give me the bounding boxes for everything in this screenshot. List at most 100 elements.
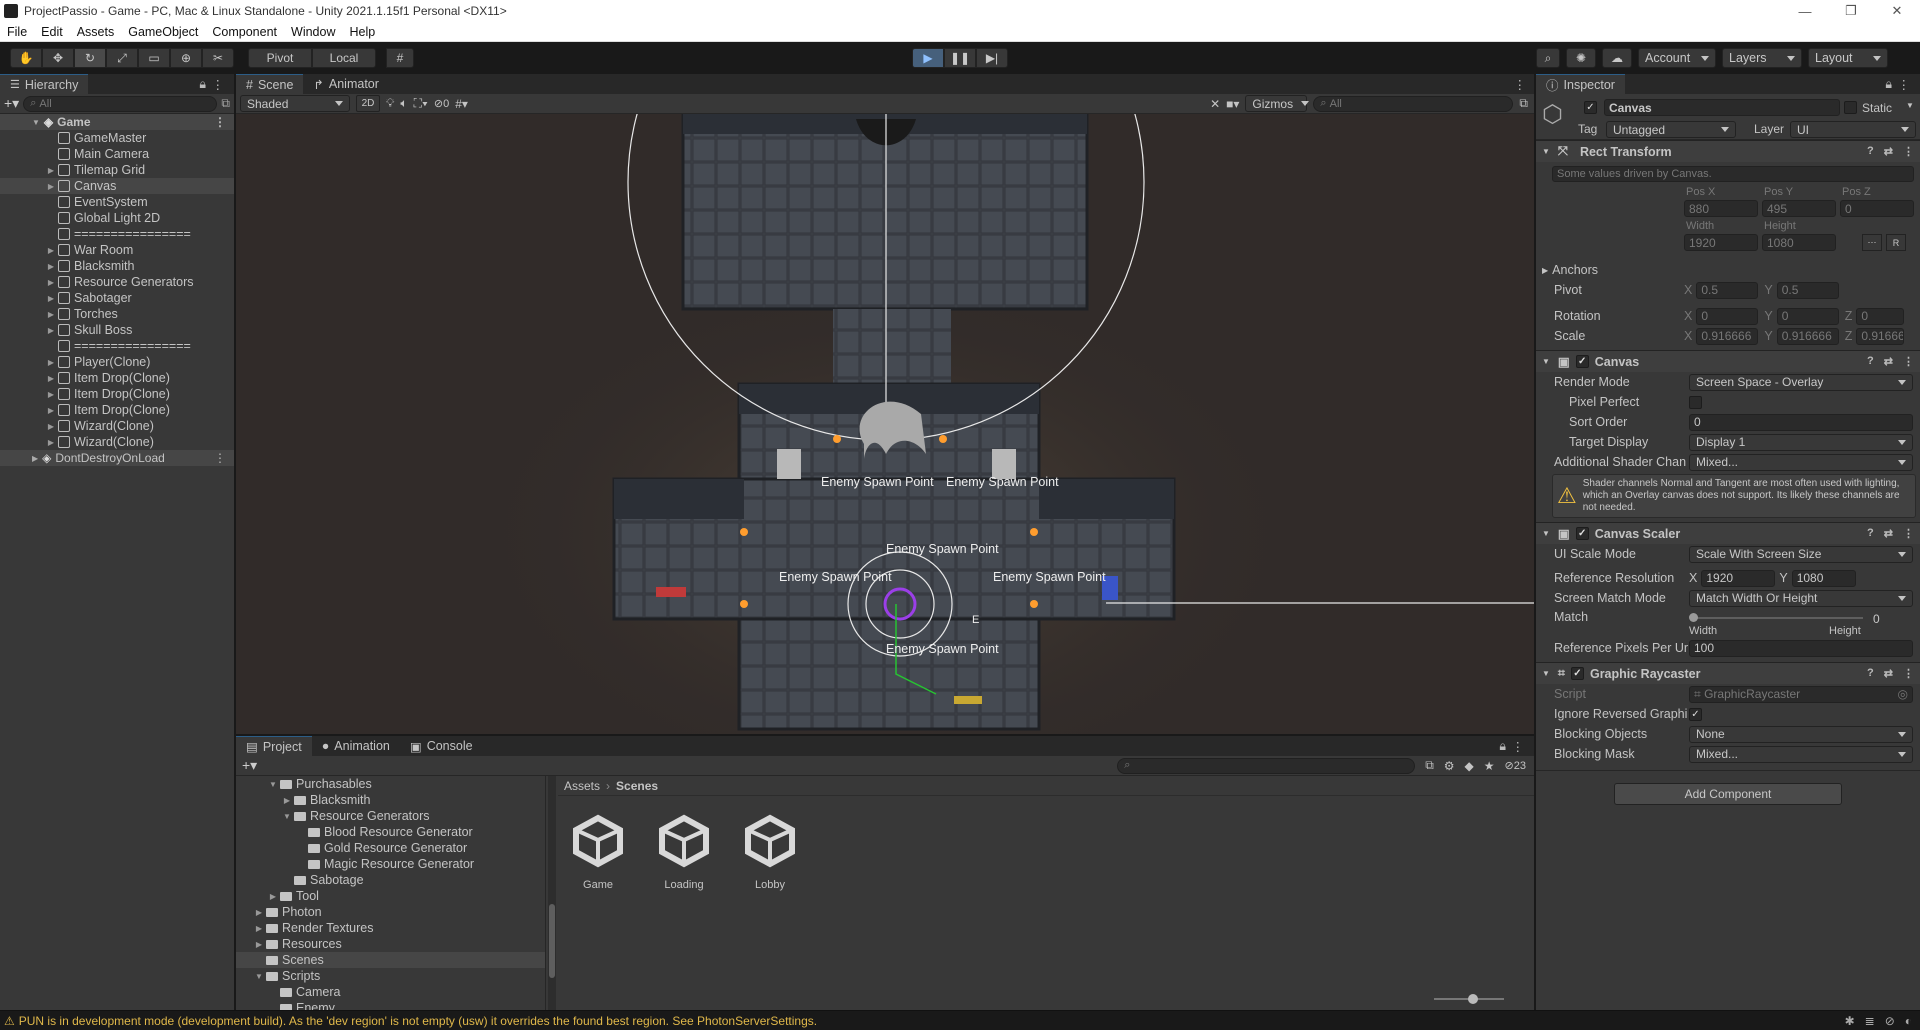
canvas-component-header[interactable]: ▼ ▣ ✓ Canvas ? ⇄ ⋮ bbox=[1536, 350, 1920, 372]
shading-dropdown[interactable]: Shaded bbox=[240, 95, 350, 112]
hierarchy-item[interactable]: ▶ Item Drop(Clone) bbox=[0, 402, 234, 418]
ref-x-field[interactable]: 1920 bbox=[1701, 569, 1776, 587]
target-display-dropdown[interactable]: Display 1 bbox=[1689, 433, 1913, 451]
component-menu-icon[interactable]: ⋮ bbox=[1903, 527, 1914, 540]
layers-dropdown[interactable]: Layers bbox=[1722, 48, 1802, 68]
kebab-menu-icon[interactable]: ⋮ bbox=[1512, 739, 1525, 754]
hierarchy-item[interactable]: ▶ Skull Boss bbox=[0, 322, 234, 338]
folder-tree-item[interactable]: ▶ Photon bbox=[236, 904, 545, 920]
hierarchy-item[interactable]: ▶ Torches bbox=[0, 306, 234, 322]
posy-field[interactable]: 495 bbox=[1762, 200, 1836, 217]
asset-size-slider[interactable] bbox=[1434, 994, 1504, 1004]
hand-tool-icon[interactable]: ✋ bbox=[10, 48, 42, 68]
expand-arrow-icon[interactable]: ▶ bbox=[254, 908, 264, 917]
folder-tree-item[interactable]: Enemy bbox=[236, 1000, 545, 1010]
expand-arrow-icon[interactable]: ▶ bbox=[46, 326, 56, 335]
status-message[interactable]: PUN is in development mode (development … bbox=[19, 1014, 817, 1028]
menu-gameobject[interactable]: GameObject bbox=[121, 25, 205, 39]
menu-edit[interactable]: Edit bbox=[34, 25, 70, 39]
rot-y-field[interactable]: 0 bbox=[1776, 307, 1839, 325]
menu-assets[interactable]: Assets bbox=[70, 25, 122, 39]
folder-tree-item[interactable]: Scenes bbox=[236, 952, 545, 968]
rot-z-field[interactable]: 0 bbox=[1856, 307, 1905, 325]
rotate-tool-icon[interactable]: ↻ bbox=[74, 48, 106, 68]
component-menu-icon[interactable]: ⋮ bbox=[1903, 667, 1914, 680]
expand-arrow-icon[interactable]: ▶ bbox=[32, 454, 38, 463]
pixel-perfect-checkbox[interactable] bbox=[1689, 395, 1702, 409]
tools-icon[interactable]: ✕ bbox=[1210, 97, 1220, 111]
hierarchy-item[interactable]: ▶ Player(Clone) bbox=[0, 354, 234, 370]
pivot-x-field[interactable]: 0.5 bbox=[1696, 281, 1759, 299]
foldout-arrow-icon[interactable]: ▼ bbox=[1542, 529, 1550, 538]
canvas-scaler-enabled-checkbox[interactable]: ✓ bbox=[1575, 527, 1589, 540]
folder-tree-item[interactable]: ▼ Resource Generators bbox=[236, 808, 545, 824]
pivot-toggle[interactable]: Pivot bbox=[248, 48, 312, 68]
hierarchy-item[interactable]: GameMaster bbox=[0, 130, 234, 146]
2d-toggle[interactable]: 2D bbox=[356, 95, 380, 112]
create-plus-icon[interactable]: +▾ bbox=[4, 95, 19, 112]
search-by-type-icon[interactable]: ⧉ bbox=[1425, 758, 1434, 773]
screen-match-mode-dropdown[interactable]: Match Width Or Height bbox=[1689, 589, 1913, 607]
pivot-y-field[interactable]: 0.5 bbox=[1776, 281, 1839, 299]
menu-help[interactable]: Help bbox=[342, 25, 382, 39]
expand-arrow-icon[interactable]: ▶ bbox=[46, 278, 56, 287]
hierarchy-item[interactable]: ▶ Resource Generators bbox=[0, 274, 234, 290]
render-mode-dropdown[interactable]: Screen Space - Overlay bbox=[1689, 373, 1913, 391]
help-icon[interactable]: ? bbox=[1867, 667, 1874, 680]
expand-arrow-icon[interactable]: ▼ bbox=[32, 118, 40, 127]
hierarchy-item[interactable]: Main Camera bbox=[0, 146, 234, 162]
tab-inspector[interactable]: ⓘ Inspector bbox=[1536, 74, 1625, 94]
move-tool-icon[interactable]: ✥ bbox=[42, 48, 74, 68]
search-options-icon[interactable]: ⧉ bbox=[221, 96, 230, 111]
lock-icon[interactable]: 🔒︎ bbox=[1499, 739, 1506, 754]
custom-tool-icon[interactable]: ✂ bbox=[202, 48, 234, 68]
blocking-objects-dropdown[interactable]: None bbox=[1689, 725, 1913, 743]
play-button[interactable]: ▶ bbox=[912, 48, 944, 68]
raycaster-enabled-checkbox[interactable]: ✓ bbox=[1570, 667, 1584, 680]
preset-icon[interactable]: ⇄ bbox=[1884, 355, 1893, 368]
gizmos-dropdown[interactable]: Gizmos bbox=[1245, 95, 1308, 112]
expand-arrow-icon[interactable]: ▶ bbox=[46, 422, 56, 431]
expand-arrow-icon[interactable]: ▶ bbox=[46, 294, 56, 303]
shader-channels-dropdown[interactable]: Mixed... bbox=[1689, 453, 1913, 471]
object-picker-icon[interactable]: ◎ bbox=[1898, 687, 1908, 701]
auto-generate-lighting-icon[interactable]: ⊘ bbox=[1885, 1014, 1895, 1028]
expand-arrow-icon[interactable]: ▶ bbox=[46, 310, 56, 319]
scene-menu-icon[interactable]: ⋮ bbox=[214, 451, 226, 465]
rect-transform-header[interactable]: ▼ ⤧ Rect Transform ? ⇄ ⋮ bbox=[1536, 140, 1920, 162]
hierarchy-item[interactable]: ▶ Item Drop(Clone) bbox=[0, 386, 234, 402]
foldout-arrow-icon[interactable]: ▶ bbox=[1542, 266, 1548, 275]
progress-icon[interactable]: ◐ bbox=[1905, 1014, 1912, 1028]
expand-arrow-icon[interactable]: ▼ bbox=[282, 812, 292, 821]
expand-arrow-icon[interactable]: ▶ bbox=[46, 166, 56, 175]
maximize-button[interactable]: ❐ bbox=[1828, 0, 1874, 22]
project-search-input[interactable]: ⌕ bbox=[1117, 757, 1416, 774]
hierarchy-item[interactable]: ▶ Wizard(Clone) bbox=[0, 418, 234, 434]
folder-tree-item[interactable]: ▶ Tool bbox=[236, 888, 545, 904]
effects-icon[interactable]: ⛶▾ bbox=[414, 96, 428, 111]
expand-arrow-icon[interactable]: ▶ bbox=[268, 892, 278, 901]
expand-arrow-icon[interactable]: ▶ bbox=[254, 940, 264, 949]
scene-search-options-icon[interactable]: ⧉ bbox=[1519, 96, 1528, 111]
expand-arrow-icon[interactable]: ▶ bbox=[46, 358, 56, 367]
ref-y-field[interactable]: 1080 bbox=[1791, 569, 1856, 587]
tree-scrollbar-thumb[interactable] bbox=[549, 904, 555, 978]
blocking-mask-dropdown[interactable]: Mixed... bbox=[1689, 745, 1913, 763]
help-icon[interactable]: ? bbox=[1867, 527, 1874, 540]
hierarchy-item[interactable]: Global Light 2D bbox=[0, 210, 234, 226]
reference-pixels-field[interactable]: 100 bbox=[1689, 639, 1913, 657]
expand-arrow-icon[interactable]: ▶ bbox=[46, 182, 56, 191]
match-slider-track[interactable] bbox=[1693, 617, 1863, 619]
lighting-icon[interactable]: 💡︎ bbox=[386, 96, 394, 111]
hierarchy-item[interactable]: ▶ Item Drop(Clone) bbox=[0, 370, 234, 386]
expand-arrow-icon[interactable]: ▶ bbox=[46, 246, 56, 255]
hierarchy-item[interactable]: ▶ Canvas bbox=[0, 178, 234, 194]
hierarchy-item[interactable]: ▶ Tilemap Grid bbox=[0, 162, 234, 178]
grid-visibility-icon[interactable]: #▾ bbox=[455, 97, 468, 111]
scale-tool-icon[interactable]: ⤢ bbox=[106, 48, 138, 68]
help-icon[interactable]: ? bbox=[1867, 145, 1874, 158]
step-button[interactable]: ▶| bbox=[976, 48, 1008, 68]
static-checkbox[interactable] bbox=[1844, 101, 1857, 114]
audio-icon[interactable]: 🔈︎ bbox=[400, 96, 407, 111]
expand-arrow-icon[interactable]: ▶ bbox=[46, 438, 56, 447]
